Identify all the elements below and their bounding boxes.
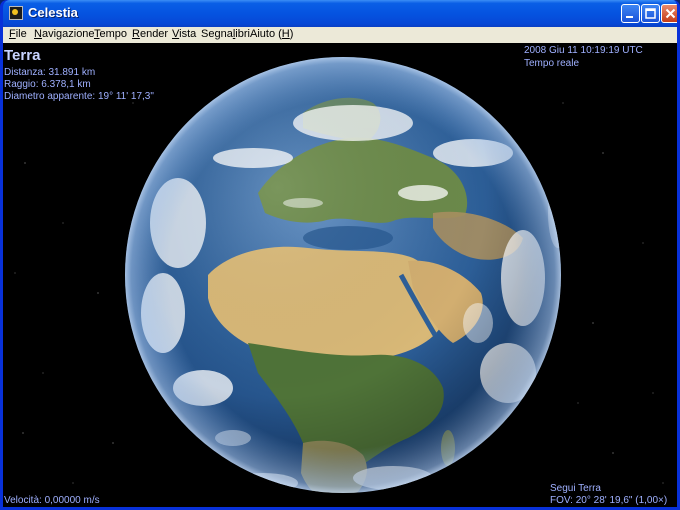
follow-readout: Segui Terra [550, 483, 601, 494]
apparent-diameter-readout: Diametro apparente: 19° 11' 17,3" [4, 91, 154, 102]
menu-segnalibri[interactable]: Segnalibri [201, 28, 250, 40]
title-bar[interactable]: Celestia [3, 0, 677, 27]
minimize-button[interactable] [621, 4, 640, 23]
object-name: Terra [4, 47, 41, 64]
celestia-app-icon[interactable] [9, 6, 23, 20]
close-icon [665, 8, 676, 19]
space-scene [14, 57, 664, 503]
menu-tempo[interactable]: Tempo [94, 28, 127, 40]
datetime-readout: 2008 Giu 11 10:19:19 UTC [524, 45, 643, 56]
minimize-icon [626, 16, 633, 18]
velocity-readout: Velocità: 0,00000 m/s [4, 495, 100, 506]
celestia-window: Celestia File Navigazione Tempo Render V… [0, 0, 680, 510]
menu-vista[interactable]: Vista [172, 28, 196, 40]
menu-aiuto[interactable]: Aiuto (H) [250, 28, 293, 40]
window-title: Celestia [28, 5, 78, 20]
maximize-button[interactable] [641, 4, 660, 23]
maximize-icon [645, 8, 656, 19]
radius-readout: Raggio: 6.378,1 km [4, 79, 91, 90]
render-viewport[interactable]: Terra Distanza: 31.891 km Raggio: 6.378,… [3, 43, 677, 507]
fov-readout: FOV: 20° 28' 19,6" (1,00×) [550, 495, 668, 506]
distance-readout: Distanza: 31.891 km [4, 67, 96, 78]
menu-navigazione[interactable]: Navigazione [34, 28, 95, 40]
close-button[interactable] [661, 4, 677, 23]
time-mode-readout: Tempo reale [524, 58, 580, 69]
menu-render[interactable]: Render [132, 28, 168, 40]
menu-bar: File Navigazione Tempo Render Vista Segn… [3, 27, 677, 43]
menu-file[interactable]: File [9, 28, 27, 40]
earth-globe[interactable] [125, 57, 568, 503]
